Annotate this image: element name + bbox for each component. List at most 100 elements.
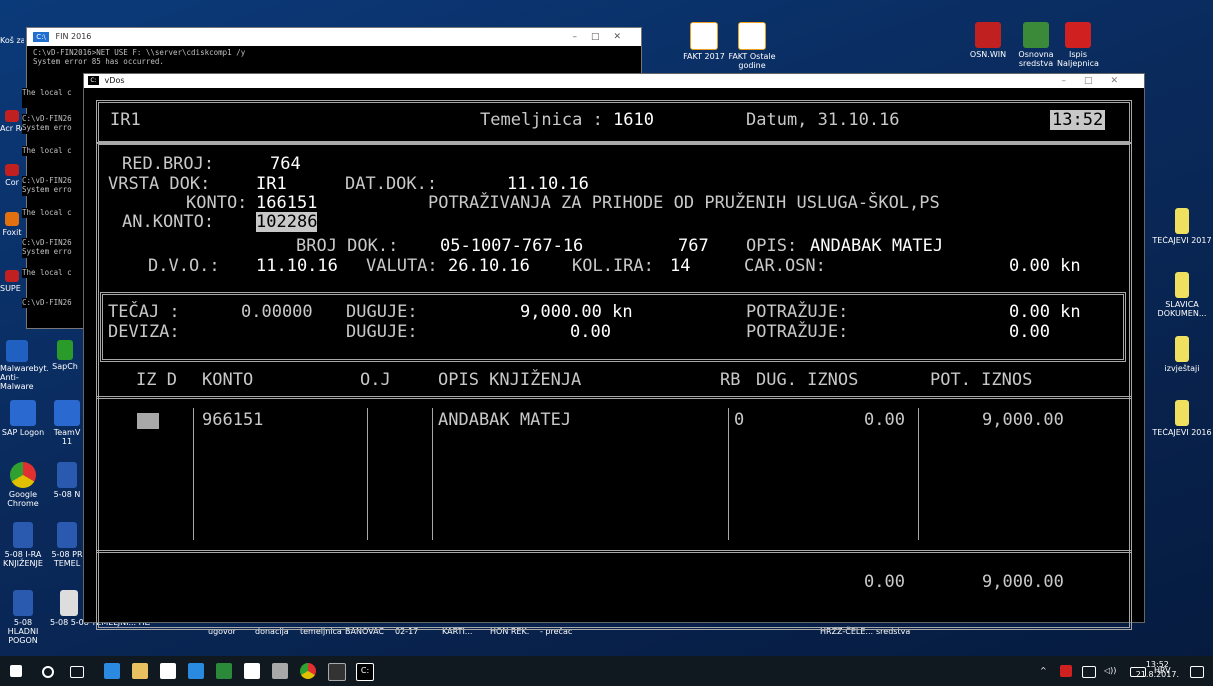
desktop-icon-tecajevi-2016[interactable]: TEČAJEVI 2016 [1152,400,1212,437]
row-selection-marker[interactable] [137,413,159,429]
mail-icon[interactable] [244,663,260,679]
excel-icon[interactable] [216,663,232,679]
network-icon[interactable] [1082,666,1096,678]
desktop-icon-sapch[interactable]: SapCh [46,340,84,371]
opis-label: OPIS: [746,236,798,256]
valuta-value: 26.10.16 [448,256,530,276]
taskbar-clock[interactable]: 13:52 21.8.2017. [1136,660,1179,680]
desktop-icon-fakt-ostale[interactable]: FAKT Ostale godine [722,22,782,70]
word-doc-icon [13,522,33,548]
broj-dok-value: 05-1007-767-16 [440,236,584,256]
column-opis: OPIS KNJIŽENJA [438,370,582,390]
duguje-label-2: DUGUJE: [346,322,418,342]
grid-line [728,408,729,540]
grid-line [918,408,919,540]
car-osn-value: 0.00 kn [1009,256,1081,276]
potrazuje-dev-value: 0.00 [1009,322,1050,342]
potrazuje-label-2: POTRAŽUJE: [746,322,849,342]
desktop-icon-chrome[interactable]: Google Chrome [0,462,46,508]
desktop-icon-izvjestaji[interactable]: izvještaji [1152,336,1212,373]
file-explorer-icon[interactable] [132,663,148,679]
desktop-icon-hladni-pogon[interactable]: 5-08 HLADNI POGON [0,590,46,645]
dos-screen[interactable]: IR1 Temeljnica : 1610 Datum, 31.10.16 13… [84,88,1144,630]
dat-dok-value: 11.10.16 [507,174,589,194]
window-controls[interactable]: –□✕ [572,28,635,46]
window-controls[interactable]: –□✕ [1061,74,1136,88]
car-osn-label: CAR.OSN: [744,256,826,276]
taskbar: C: ^ ◁)) HRV 13:52 21.8.2017. [0,656,1213,686]
console-titlebar[interactable]: C:\ FIN 2016 –□✕ [27,28,641,46]
column-pot-iznos: POT. IZNOS [930,370,1033,390]
vdos-app-icon: C: [88,76,99,85]
desktop-icon-corel[interactable]: Cor [0,164,24,187]
red-broj-value: 764 [270,154,301,174]
valuta-label: VALUTA: [366,256,438,276]
volume-icon[interactable]: ◁)) [1104,656,1116,686]
tecaj-label: TEČAJ : [108,302,180,322]
desktop-icon-pr-temel[interactable]: 5-08 PR TEMEL [50,522,84,568]
store-icon[interactable] [160,663,176,679]
chrome-icon[interactable] [300,663,316,679]
total-pot: 9,000.00 [982,572,1064,592]
broj-number: 767 [678,236,709,256]
file-icon [1175,400,1189,426]
opis-value: ANDABAK MATEJ [810,236,944,256]
shield-icon [6,340,28,362]
desktop-icon-ira-knjizenje[interactable]: 5-08 I-RA KNJIŽENJE [0,522,46,568]
desktop-icon-foxit[interactable]: Foxit [0,212,24,237]
file-icon [1175,336,1189,362]
an-konto-input[interactable]: 102286 [256,212,318,232]
duguje-label: DUGUJE: [346,302,418,322]
console-fragment: The local c [22,88,84,108]
edge-icon[interactable] [104,663,120,679]
deviza-label: DEVIZA: [108,322,180,342]
notification-icon[interactable] [1190,666,1204,678]
start-windows-icon[interactable] [10,665,22,677]
ie-icon[interactable] [188,663,204,679]
document-icon [690,22,718,50]
desktop-icon-sap-logon[interactable]: SAP Logon [0,400,46,437]
sap-icon [10,400,36,426]
total-dug: 0.00 [864,572,905,592]
console-fragment: C:\vD-FIN26 System erro [22,176,84,196]
search-icon[interactable] [42,666,54,678]
datum-field: Datum, 31.10.16 [746,110,900,130]
desktop-icon-acrobat[interactable]: Acr Read [0,110,24,133]
dat-dok-label: DAT.DOK.: [345,174,438,194]
app-icon [5,164,19,176]
vrsta-dok-label: VRSTA DOK: [108,174,211,194]
grid-icon [1023,22,1049,48]
vdos-taskbar-icon[interactable]: C: [356,663,374,681]
desktop-icon-recycle-bin[interactable]: Koš za [0,36,24,45]
app-icon[interactable] [272,663,288,679]
pdf-reader-icon [5,212,19,226]
desktop-icon-ispis-naljepnica[interactable]: Ispis Naljepnica [1048,22,1108,68]
app-icon [57,340,73,360]
desktop-icon-teamviewer[interactable]: TeamV 11 [50,400,84,446]
task-view-icon[interactable] [70,666,84,678]
file-icon [1175,272,1189,298]
desktop-icon-word-doc-n[interactable]: 5-08 N [50,462,84,499]
desktop-icon-tecajevi-2017[interactable]: TEČAJEVI 2017 [1152,208,1212,245]
vdos-titlebar[interactable]: C: vDos –□✕ [84,74,1144,88]
desktop-icon-super[interactable]: SUPE Free [0,270,24,293]
grid-line [367,408,368,540]
console-taskbar-icon[interactable] [328,663,346,681]
tray-app-icon[interactable] [1060,665,1072,677]
tray-chevron-icon[interactable]: ^ [1040,656,1047,686]
vdos-window[interactable]: C: vDos –□✕ IR1 Temeljnica : 1610 Datum,… [83,73,1145,630]
triangle-logo-icon [1065,22,1091,48]
clock-display: 13:52 [1050,110,1106,130]
an-konto-label: AN.KONTO: [122,212,215,232]
broj-dok-label: BROJ DOK.: [296,236,399,256]
desktop-icon-slavica[interactable]: SLAVICA DOKUMEN... [1152,272,1212,318]
row-pot-iznos: 9,000.00 [982,410,1064,430]
document-code: IR1 [110,110,141,130]
grid-line [193,408,194,540]
console-fragment: C:\vD-FIN26 System erro [22,238,84,258]
document-icon [60,590,78,616]
console-fragment: C:\vD-FIN26 [22,298,84,308]
duguje-dev-value: 0.00 [570,322,611,342]
console-app-icon: C:\ [33,31,49,42]
file-icon [1175,208,1189,234]
